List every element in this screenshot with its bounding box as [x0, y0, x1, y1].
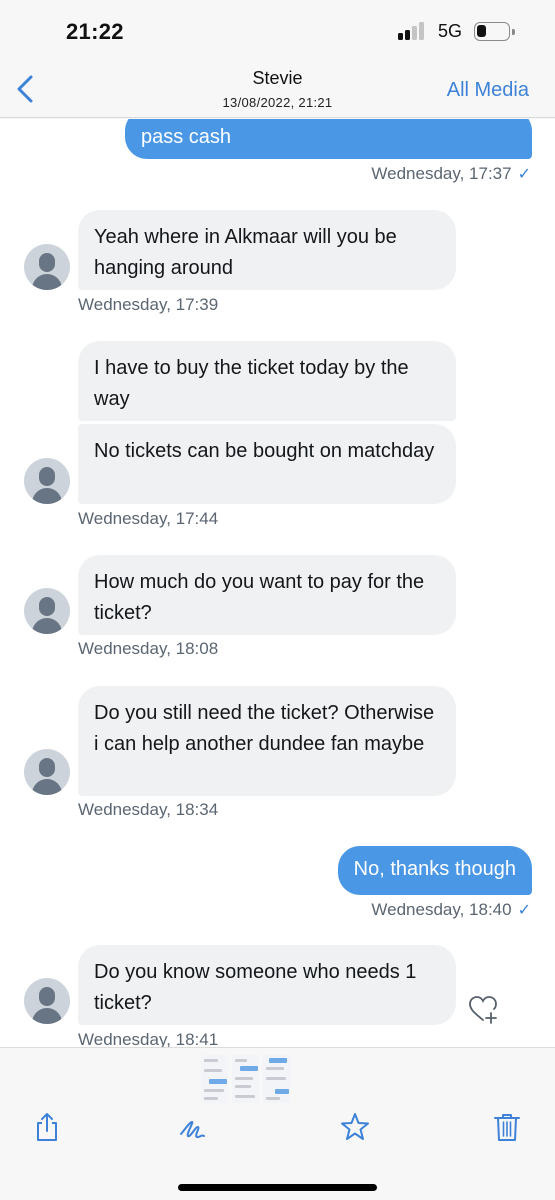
- share-icon: [37, 1113, 57, 1141]
- markup-button[interactable]: [176, 1110, 210, 1144]
- all-media-button[interactable]: All Media: [447, 79, 529, 102]
- delete-button[interactable]: [490, 1110, 524, 1144]
- message-text: Yeah where in Alkmaar will you be hangin…: [94, 226, 397, 279]
- message-text: How much do you want to pay for the tick…: [94, 571, 425, 624]
- message-bubble-outgoing[interactable]: pass cash: [125, 119, 532, 159]
- message-timestamp: Wednesday, 17:37 ✓: [371, 164, 531, 183]
- battery-fill: [477, 25, 486, 37]
- avatar[interactable]: [24, 978, 70, 1024]
- message-timestamp: Wednesday, 18:40 ✓: [371, 900, 531, 919]
- chat-area[interactable]: pass cash Wednesday, 17:37 ✓ Yeah where i…: [0, 119, 555, 1047]
- screen: 21:22 5G Stevie 13/08/2022, 21:21 All Me…: [0, 0, 555, 1200]
- check-icon: ✓: [517, 902, 531, 919]
- thumbnail[interactable]: [201, 1055, 228, 1103]
- message-bubble-incoming[interactable]: No tickets can be bought on matchday: [78, 424, 456, 504]
- favourite-button[interactable]: [338, 1110, 372, 1144]
- message-text: No tickets can be bought on matchday: [94, 440, 435, 462]
- status-time: 21:22: [66, 19, 124, 44]
- nav-bar: Stevie 13/08/2022, 21:21 All Media: [0, 60, 555, 118]
- message-text: No, thanks though: [353, 858, 516, 880]
- status-bar: 21:22 5G: [0, 0, 555, 60]
- avatar[interactable]: [24, 458, 70, 504]
- network-type: 5G: [438, 21, 463, 41]
- message-bubble-incoming[interactable]: How much do you want to pay for the tick…: [78, 555, 456, 635]
- signal-icon: [398, 22, 428, 40]
- avatar[interactable]: [24, 749, 70, 795]
- battery-icon: [474, 22, 510, 41]
- trash-icon: [494, 1114, 520, 1141]
- battery-tip: [512, 29, 515, 35]
- message-bubble-incoming[interactable]: Yeah where in Alkmaar will you be hangin…: [78, 210, 456, 290]
- message-text: pass cash: [141, 126, 232, 148]
- message-timestamp: Wednesday, 17:39: [78, 295, 219, 314]
- message-text: I have to buy the ticket today by the wa…: [94, 357, 409, 410]
- message-timestamp: Wednesday, 18:34: [78, 800, 219, 819]
- home-indicator[interactable]: [178, 1184, 377, 1191]
- star-icon: [341, 1113, 369, 1140]
- message-timestamp: Wednesday, 18:08: [78, 639, 219, 658]
- message-bubble-incoming[interactable]: Do you know someone who needs 1 ticket?: [78, 945, 456, 1025]
- add-reaction-button[interactable]: [466, 992, 500, 1026]
- avatar[interactable]: [24, 588, 70, 634]
- message-timestamp: Wednesday, 17:44: [78, 509, 219, 528]
- share-button[interactable]: [30, 1110, 64, 1144]
- message-bubble-outgoing[interactable]: No, thanks though: [337, 846, 532, 895]
- markup-icon: [180, 1121, 205, 1139]
- message-text: Do you still need the ticket? Otherwise …: [94, 702, 435, 755]
- message-text: Do you know someone who needs 1 ticket?: [94, 961, 417, 1014]
- message-bubble-incoming[interactable]: I have to buy the ticket today by the wa…: [78, 341, 456, 421]
- heart-plus-icon: [469, 996, 497, 1024]
- message-bubble-incoming[interactable]: Do you still need the ticket? Otherwise …: [78, 686, 456, 796]
- avatar[interactable]: [24, 244, 70, 290]
- thumbnail[interactable]: [232, 1055, 259, 1103]
- thumbnail[interactable]: [263, 1055, 290, 1103]
- check-icon: ✓: [517, 166, 531, 183]
- thumbnail-strip[interactable]: [201, 1055, 290, 1103]
- bottom-toolbar: [0, 1047, 555, 1200]
- message-timestamp: Wednesday, 18:41: [78, 1030, 219, 1047]
